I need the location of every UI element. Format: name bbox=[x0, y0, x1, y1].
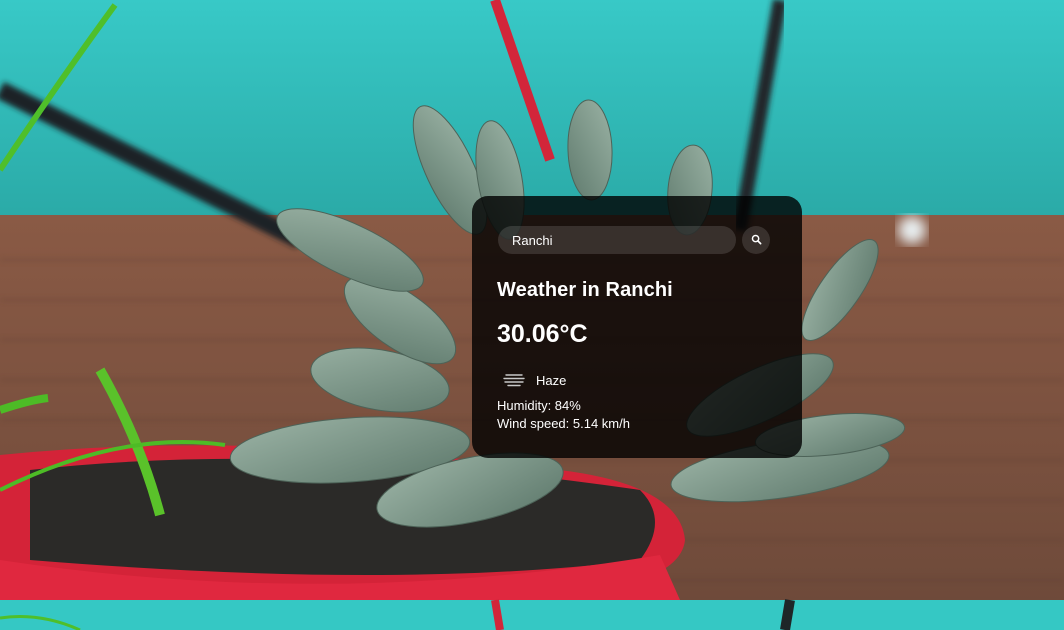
search-bar bbox=[498, 226, 772, 254]
humidity: Humidity: 84% bbox=[497, 398, 581, 413]
weather-condition: Haze bbox=[502, 370, 566, 390]
search-input[interactable] bbox=[498, 226, 736, 254]
weather-card: Weather in Ranchi 30.06°C Haze Humidity:… bbox=[472, 196, 802, 458]
haze-icon bbox=[502, 372, 526, 388]
search-icon bbox=[751, 233, 762, 248]
weather-title: Weather in Ranchi bbox=[497, 279, 673, 301]
temperature: 30.06°C bbox=[497, 320, 588, 348]
wind-speed: Wind speed: 5.14 km/h bbox=[497, 416, 630, 431]
weather-description: Haze bbox=[536, 372, 567, 388]
search-button[interactable] bbox=[742, 226, 770, 254]
